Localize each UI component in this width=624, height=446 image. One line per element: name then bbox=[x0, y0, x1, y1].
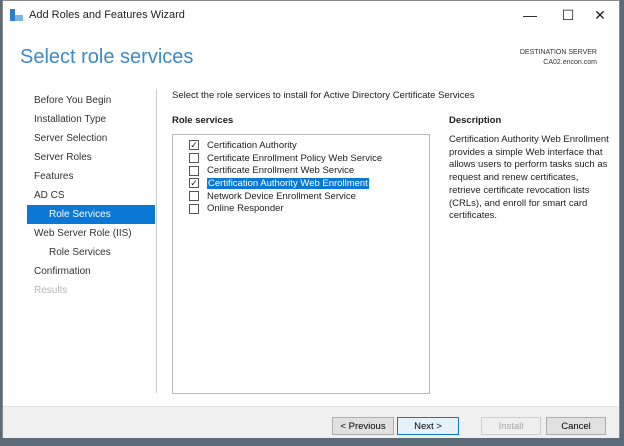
role-services-list[interactable]: ✓ Certification Authority Certificate Enro… bbox=[172, 134, 430, 394]
previous-button[interactable]: < Previous bbox=[332, 417, 394, 435]
checkbox[interactable] bbox=[189, 153, 199, 164]
nav-item-confirmation[interactable]: Confirmation bbox=[27, 262, 155, 281]
checkbox[interactable]: ✓ bbox=[189, 140, 199, 151]
role-service-item[interactable]: Certificate Enrollment Web Service bbox=[173, 164, 429, 177]
window-title: Add Roles and Features Wizard bbox=[29, 9, 185, 21]
next-button[interactable]: Next > bbox=[397, 417, 459, 435]
intro-text: Select the role services to install for … bbox=[172, 90, 475, 101]
nav-item-ad-cs[interactable]: AD CS bbox=[27, 186, 155, 205]
nav-item-web-server-role-iis[interactable]: Web Server Role (IIS) bbox=[27, 224, 155, 243]
title-bar: Add Roles and Features Wizard — ☐ ✕ bbox=[3, 1, 619, 29]
role-service-item[interactable]: Network Device Enrollment Service bbox=[173, 190, 429, 203]
role-service-label: Network Device Enrollment Service bbox=[207, 190, 356, 202]
destination-label: DESTINATION SERVER bbox=[519, 49, 597, 56]
role-services-heading: Role services bbox=[172, 115, 234, 126]
nav-item-results: Results bbox=[34, 285, 68, 296]
nav-item-server-selection[interactable]: Server Selection bbox=[27, 129, 155, 148]
nav-item-before-you-begin[interactable]: Before You Begin bbox=[27, 91, 155, 110]
destination-server: DESTINATION SERVER CA02.encon.com bbox=[520, 48, 597, 68]
nav-divider bbox=[156, 89, 157, 393]
role-service-label: Certificate Enrollment Web Service bbox=[207, 165, 355, 177]
nav-item-features[interactable]: Features bbox=[27, 167, 155, 186]
role-service-item[interactable]: Certificate Enrollment Policy Web Servic… bbox=[173, 152, 429, 165]
description-text: Certification Authority Web Enrollment p… bbox=[449, 134, 609, 222]
role-service-label: Certification Authority Web Enrollment bbox=[207, 177, 369, 189]
role-service-label: Certification Authority bbox=[207, 139, 297, 151]
destination-server-name: CA02.encon.com bbox=[543, 59, 597, 66]
role-service-item[interactable]: Online Responder bbox=[173, 202, 429, 215]
cancel-button[interactable]: Cancel bbox=[546, 417, 606, 435]
install-button[interactable]: Install bbox=[481, 417, 541, 435]
checkbox[interactable] bbox=[189, 191, 199, 202]
description-heading: Description bbox=[449, 115, 502, 126]
checkbox[interactable]: ✓ bbox=[189, 178, 199, 189]
role-service-label: Online Responder bbox=[207, 203, 284, 215]
close-button[interactable]: ✕ bbox=[577, 1, 623, 29]
wizard-nav: Before You Begin Installation Type Server … bbox=[27, 91, 155, 300]
nav-item-role-services[interactable]: Role Services bbox=[27, 243, 155, 262]
wizard-window: Add Roles and Features Wizard — ☐ ✕ Sele… bbox=[2, 0, 620, 438]
checkbox[interactable] bbox=[189, 203, 199, 214]
nav-item-role-services[interactable]: Role Services bbox=[27, 205, 155, 224]
role-service-item[interactable]: ✓ Certification Authority Web Enrollment bbox=[173, 177, 429, 190]
role-service-label: Certificate Enrollment Policy Web Servic… bbox=[207, 152, 383, 164]
nav-item-server-roles[interactable]: Server Roles bbox=[27, 148, 155, 167]
page-title: Select role services bbox=[20, 46, 194, 68]
nav-item-installation-type[interactable]: Installation Type bbox=[27, 110, 155, 129]
checkbox[interactable] bbox=[189, 165, 199, 176]
server-manager-icon bbox=[10, 9, 23, 21]
role-service-item[interactable]: ✓ Certification Authority bbox=[173, 139, 429, 152]
